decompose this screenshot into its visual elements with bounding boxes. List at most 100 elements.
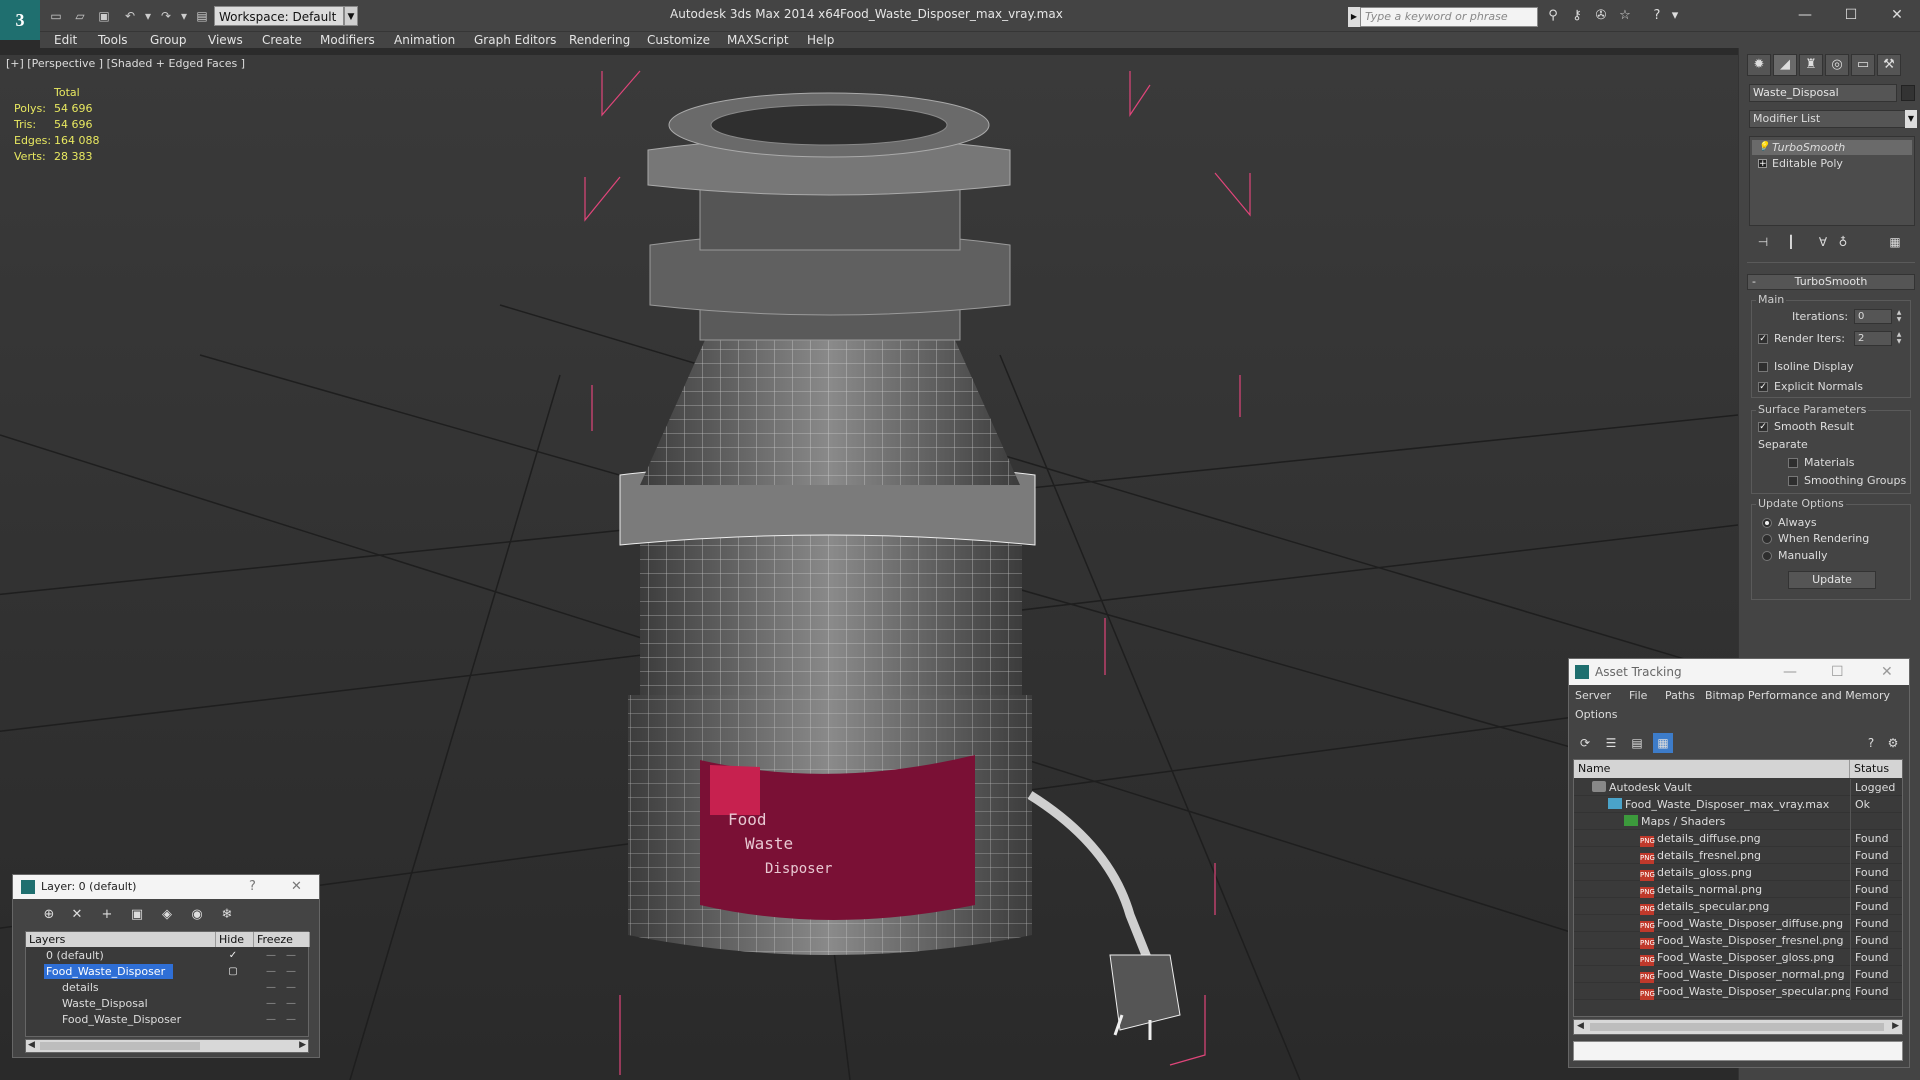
set-active-box-icon[interactable]: ▢ (218, 964, 248, 979)
minimize-icon[interactable]: — (1790, 4, 1820, 26)
create-tab-sun-icon[interactable]: ✹ (1747, 54, 1771, 76)
isoline-checkbox[interactable] (1758, 362, 1768, 372)
close-icon[interactable]: ✕ (1882, 4, 1912, 26)
column-header-name[interactable]: Name (1574, 760, 1850, 778)
close-icon[interactable]: ✕ (1881, 659, 1893, 685)
hierarchy-tab-icon[interactable]: ♜ (1799, 54, 1823, 76)
maximize-icon[interactable]: ☐ (1831, 659, 1844, 685)
column-header-layers[interactable]: Layers (26, 932, 216, 947)
undo-icon[interactable]: ↶ (122, 8, 138, 24)
modifier-list-dropdown[interactable]: Modifier List (1749, 110, 1907, 128)
viewport-label[interactable]: [+] [Perspective ] [Shaded + Edged Faces… (6, 57, 245, 70)
spinner-arrows-icon[interactable]: ▲ ▼ (1894, 309, 1904, 324)
remove-modifier-icon[interactable]: ♁ (1833, 232, 1853, 252)
always-radio[interactable] (1762, 518, 1772, 528)
asset-window-title-bar[interactable]: Asset Tracking — ☐ ✕ (1569, 659, 1909, 685)
search-input[interactable]: Type a keyword or phrase (1360, 7, 1538, 27)
asset-row[interactable]: PNG Food_Waste_Disposer_gloss.png Found (1574, 949, 1902, 966)
freeze-toggle[interactable]: — (276, 964, 306, 979)
horizontal-scrollbar[interactable]: ◀ ▶ (25, 1039, 309, 1053)
freeze-toggle[interactable]: — (276, 996, 306, 1011)
scroll-left-icon[interactable]: ◀ (28, 1040, 35, 1050)
add-to-layer-icon[interactable]: + (97, 905, 117, 925)
close-icon[interactable]: ✕ (291, 875, 302, 899)
lightbulb-icon[interactable]: 💡 (1758, 143, 1769, 152)
menu-maxscript[interactable]: MAXScript (727, 32, 789, 48)
pin-stack-icon[interactable]: ⊣ (1753, 232, 1773, 252)
smooth-result-checkbox[interactable]: ✓ (1758, 422, 1768, 432)
asset-row[interactable]: PNG details_normal.png Found (1574, 881, 1902, 898)
scroll-left-icon[interactable]: ◀ (1577, 1021, 1584, 1031)
collapse-icon[interactable]: - (1752, 275, 1756, 289)
hide-all-icon[interactable]: ◉ (187, 905, 207, 925)
object-color-swatch[interactable] (1901, 85, 1915, 101)
layer-row[interactable]: Waste_Disposal — — (26, 996, 310, 1011)
redo-icon[interactable]: ↷ (158, 8, 174, 24)
turbosmooth-rollout-header[interactable]: - TurboSmooth (1747, 274, 1915, 290)
utilities-tab-icon[interactable]: ⚒ (1877, 54, 1901, 76)
menu-graph-editors[interactable]: Graph Editors (474, 32, 556, 48)
scrollbar-thumb[interactable] (40, 1042, 200, 1050)
render-iters-checkbox[interactable]: ✓ (1758, 334, 1768, 344)
maximize-icon[interactable]: ☐ (1836, 4, 1866, 26)
menu-group[interactable]: Group (150, 32, 187, 48)
explicit-normals-checkbox[interactable]: ✓ (1758, 382, 1768, 392)
spinner-arrows-icon[interactable]: ▲ ▼ (1894, 331, 1904, 346)
asset-row[interactable]: PNG details_specular.png Found (1574, 898, 1902, 915)
materials-checkbox[interactable] (1788, 458, 1798, 468)
refresh-icon[interactable]: ⟳ (1575, 733, 1595, 753)
minimize-icon[interactable]: — (1783, 659, 1797, 685)
layer-row[interactable]: Food_Waste_Disposer — — (26, 1012, 310, 1027)
open-file-icon[interactable]: ▱ (72, 8, 88, 24)
redo-dropdown-icon[interactable]: ▾ (176, 8, 192, 24)
make-unique-icon[interactable]: ∀ (1813, 232, 1833, 252)
save-file-icon[interactable]: ▣ (96, 8, 112, 24)
asset-row[interactable]: PNG Food_Waste_Disposer_fresnel.png Found (1574, 932, 1902, 949)
stack-item-turbosmooth[interactable]: 💡 TurboSmooth (1752, 140, 1912, 155)
manually-radio[interactable] (1762, 551, 1772, 561)
menu-modifiers[interactable]: Modifiers (320, 32, 375, 48)
freeze-toggle[interactable]: — (276, 1012, 306, 1027)
layer-name[interactable]: 0 (default) (44, 948, 112, 963)
layer-window-title-bar[interactable]: Layer: 0 (default) ? ✕ (13, 875, 319, 899)
delete-layer-icon[interactable]: ✕ (67, 905, 87, 925)
detail-view-icon[interactable]: ▤ (1627, 733, 1647, 753)
iterations-spinner[interactable]: 0 (1854, 309, 1892, 324)
help-icon[interactable]: ? (1648, 8, 1666, 24)
active-layer-check-icon[interactable]: ✓ (218, 948, 248, 963)
key-icon[interactable]: ⚷ (1568, 8, 1586, 24)
communication-center-icon[interactable]: ✇ (1592, 8, 1610, 24)
column-header-status[interactable]: Status (1850, 760, 1902, 778)
asset-row[interactable]: PNG Food_Waste_Disposer_diffuse.png Found (1574, 915, 1902, 932)
highlight-layer-icon[interactable]: ◈ (157, 905, 177, 925)
settings-icon[interactable]: ⚙ (1883, 733, 1903, 753)
menu-animation[interactable]: Animation (394, 32, 455, 48)
asset-row[interactable]: Food_Waste_Disposer_max_vray.max Ok (1574, 796, 1902, 813)
asset-row[interactable]: Maps / Shaders (1574, 813, 1902, 830)
select-objects-icon[interactable]: ▣ (127, 905, 147, 925)
asset-row[interactable]: Autodesk Vault Logged (1574, 779, 1902, 796)
when-rendering-radio[interactable] (1762, 534, 1772, 544)
create-layer-icon[interactable]: ⊕ (39, 905, 59, 925)
chevron-down-icon[interactable]: ▼ (344, 6, 358, 26)
asset-row[interactable]: PNG details_gloss.png Found (1574, 864, 1902, 881)
expand-box-icon[interactable]: + (1758, 159, 1767, 169)
column-header-freeze[interactable]: Freeze (254, 932, 310, 947)
table-view-icon[interactable]: ▦ (1653, 733, 1673, 753)
layer-row[interactable]: 0 (default) ✓ — — (26, 948, 310, 963)
undo-dropdown-icon[interactable]: ▾ (140, 8, 156, 24)
freeze-toggle[interactable]: — (276, 980, 306, 995)
menu-file[interactable]: File (1629, 689, 1647, 702)
object-name-field[interactable]: Waste_Disposal (1749, 84, 1897, 102)
smoothing-groups-checkbox[interactable] (1788, 476, 1798, 486)
layer-name[interactable]: Food_Waste_Disposer (44, 964, 174, 979)
show-end-result-icon[interactable]: ┃ (1781, 232, 1801, 252)
stack-item-editable-poly[interactable]: + Editable Poly (1752, 156, 1912, 171)
configure-sets-icon[interactable]: ▦ (1885, 232, 1905, 252)
menu-server[interactable]: Server (1575, 689, 1611, 702)
menu-options[interactable]: Options (1575, 708, 1617, 721)
layer-row[interactable]: details — — (26, 980, 310, 995)
app-logo-icon[interactable]: 3 (0, 0, 40, 40)
favorites-star-icon[interactable]: ☆ (1616, 8, 1634, 24)
layer-row[interactable]: Food_Waste_Disposer ▢ — — (26, 964, 310, 979)
